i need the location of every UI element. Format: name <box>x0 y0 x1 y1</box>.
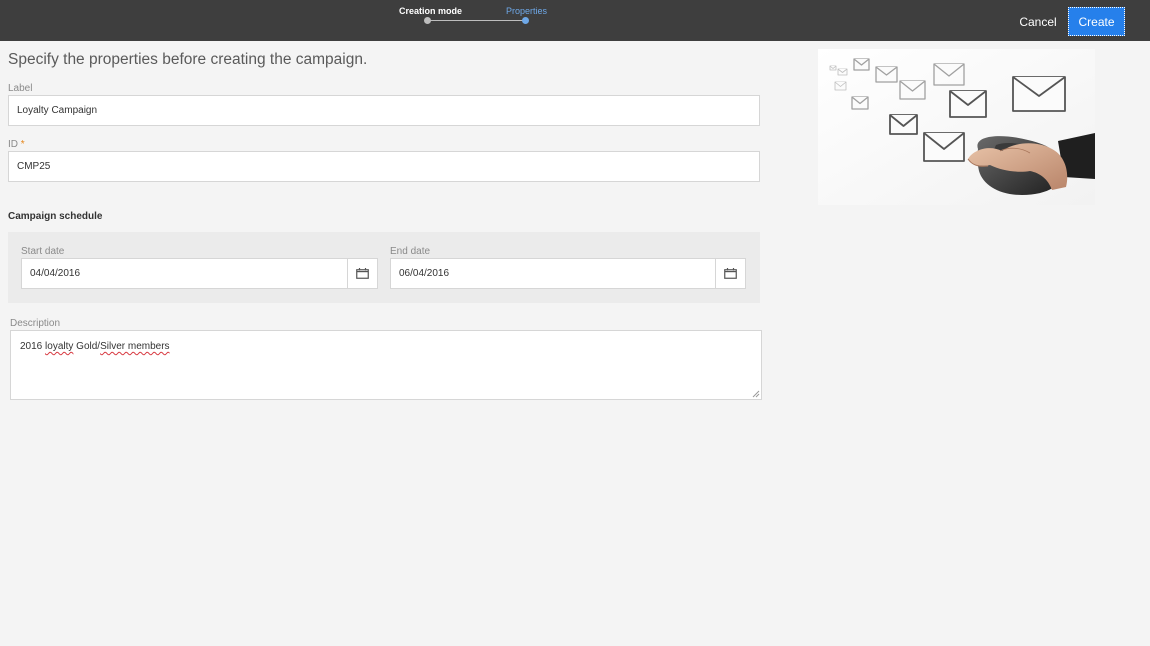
end-date-input[interactable] <box>390 258 716 289</box>
description-text-part: Gold/ <box>73 341 101 352</box>
description-text-part: loyalty <box>45 341 74 352</box>
id-field-label: ID * <box>8 139 25 150</box>
description-text-part: Silver members <box>100 341 170 352</box>
id-input[interactable] <box>8 151 760 182</box>
start-date-label: Start date <box>21 246 65 257</box>
step-creation-mode[interactable]: Creation mode <box>399 6 462 16</box>
campaign-schedule-title: Campaign schedule <box>8 211 103 222</box>
create-button[interactable]: Create <box>1068 7 1125 36</box>
required-asterisk: * <box>20 139 25 150</box>
email-campaign-illustration <box>818 49 1095 205</box>
start-date-input[interactable] <box>21 258 348 289</box>
email-illustration-icon <box>818 49 1095 205</box>
resize-grip-icon[interactable] <box>752 390 760 398</box>
label-input[interactable] <box>8 95 760 126</box>
step-dot-properties[interactable] <box>522 17 529 24</box>
step-properties[interactable]: Properties <box>506 6 547 16</box>
description-text-part: 2016 <box>20 341 46 352</box>
calendar-icon <box>724 268 737 279</box>
step-dot-creation-mode[interactable] <box>424 17 431 24</box>
top-bar: Creation mode Properties Cancel Create <box>0 0 1150 41</box>
cancel-button[interactable]: Cancel <box>1013 7 1063 36</box>
end-date-label: End date <box>390 246 431 257</box>
label-field-label: Label <box>8 83 33 94</box>
end-date-calendar-button[interactable] <box>715 258 746 289</box>
step-connector <box>427 20 526 21</box>
calendar-icon <box>356 268 369 279</box>
description-textarea[interactable]: 2016 loyalty Gold/Silver members <box>10 330 762 400</box>
page-title: Specify the properties before creating t… <box>8 51 368 68</box>
id-label-text: ID <box>8 139 18 150</box>
description-label: Description <box>10 318 61 329</box>
start-date-calendar-button[interactable] <box>347 258 378 289</box>
